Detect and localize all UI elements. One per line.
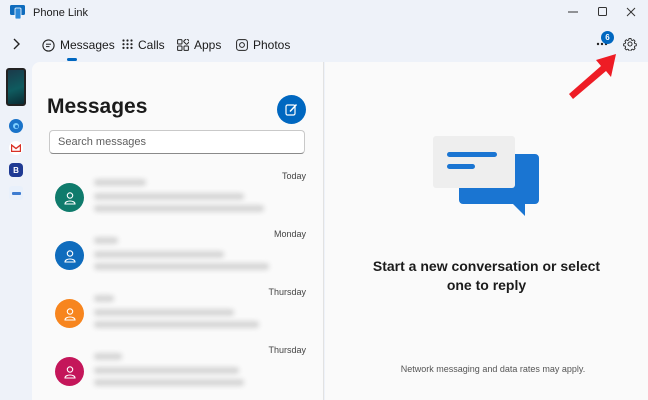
chevron-right-icon: [13, 38, 20, 50]
conversation-item[interactable]: Thursday: [32, 345, 323, 400]
contact-name-redacted: [94, 179, 146, 186]
empty-state-line: one to reply: [446, 277, 527, 293]
message-preview-redacted: [94, 321, 259, 328]
tab-label: Photos: [253, 38, 291, 52]
message-icon: [42, 38, 55, 52]
apps-icon: [177, 39, 189, 51]
dialpad-icon: [122, 39, 133, 49]
left-rail: B: [0, 62, 32, 400]
active-tab-indicator: [67, 58, 77, 61]
conversation-time: Thursday: [268, 287, 306, 297]
new-message-button[interactable]: [277, 95, 306, 124]
conversation-time: Today: [281, 171, 306, 181]
small-app-icon[interactable]: [9, 186, 23, 200]
avatar: [55, 299, 84, 328]
tab-label: Calls: [138, 38, 165, 52]
contact-name-redacted: [94, 295, 114, 302]
settings-button[interactable]: [620, 34, 640, 54]
message-preview-redacted: [94, 309, 234, 316]
gmail-app-icon[interactable]: [9, 141, 23, 155]
contact-name-redacted: [94, 237, 118, 244]
tab-label: Messages: [60, 38, 115, 52]
person-icon: [63, 249, 76, 263]
tab-calls[interactable]: Calls: [122, 34, 165, 56]
contact-name-redacted: [94, 353, 122, 360]
avatar: [55, 357, 84, 386]
tab-label: Apps: [194, 38, 222, 52]
conversation-time: Thursday: [268, 345, 306, 355]
avatar: [55, 241, 84, 270]
person-icon: [63, 365, 76, 379]
window-title: Phone Link: [33, 7, 89, 19]
tab-photos[interactable]: Photos: [236, 34, 290, 56]
gear-icon: [623, 38, 637, 51]
minimize-button[interactable]: [556, 0, 590, 24]
notification-badge: 6: [601, 31, 614, 44]
tab-apps[interactable]: Apps: [177, 34, 221, 56]
red-arrow-annotation-icon: [569, 54, 616, 99]
person-icon: [63, 191, 76, 205]
edge-app-icon[interactable]: [9, 119, 23, 133]
messages-panel: Messages Today Monday Thursday: [32, 62, 324, 400]
message-preview-redacted: [94, 251, 224, 258]
avatar: [55, 183, 84, 212]
message-preview-redacted: [94, 193, 244, 200]
expand-sidebar-button[interactable]: [6, 34, 26, 54]
empty-state-line: Start a new conversation or select: [372, 258, 601, 274]
close-button[interactable]: [614, 0, 648, 24]
message-preview-redacted: [94, 263, 269, 270]
rates-footnote: Network messaging and data rates may app…: [400, 364, 586, 374]
chat-bubbles-illustration: [433, 136, 539, 216]
messages-heading: Messages: [47, 95, 148, 118]
nav-bar: Messages Calls Apps Photos: [0, 26, 648, 62]
phone-screen-thumbnail[interactable]: [6, 68, 26, 106]
empty-state-title: Start a new conversation or select one t…: [325, 257, 648, 295]
tab-messages[interactable]: Messages: [42, 34, 115, 56]
message-preview-redacted: [94, 367, 239, 374]
conversation-time: Monday: [273, 229, 306, 239]
title-bar: Phone Link: [0, 0, 648, 26]
conversation-pane: Start a new conversation or select one t…: [325, 62, 648, 400]
search-input[interactable]: [49, 130, 305, 154]
photos-icon: [236, 39, 248, 51]
person-icon: [63, 307, 76, 321]
message-preview-redacted: [94, 379, 244, 386]
compose-icon: [285, 103, 298, 116]
message-preview-redacted: [94, 205, 264, 212]
b-app-icon[interactable]: B: [9, 163, 23, 177]
phone-link-app-icon: [10, 5, 25, 20]
